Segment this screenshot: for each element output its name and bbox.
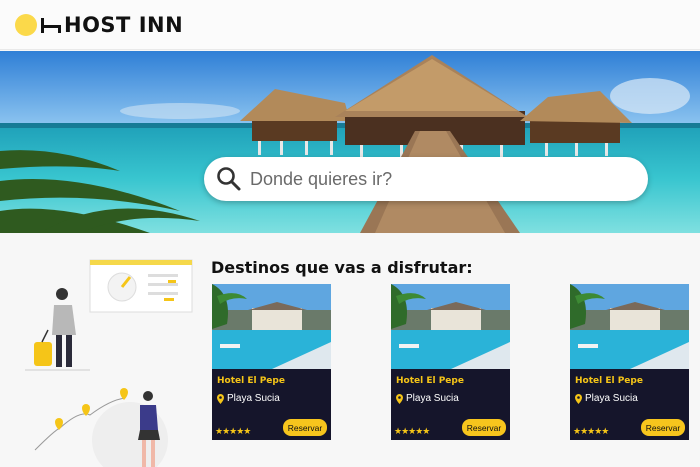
search-icon[interactable] bbox=[216, 166, 242, 192]
brand-name: HOST INN bbox=[64, 13, 184, 37]
location-text: Playa Sucia bbox=[406, 393, 459, 404]
hotel-card[interactable]: Hotel El Pepe Playa Sucia ★★★★★ Reservar bbox=[391, 284, 510, 440]
hero-banner bbox=[0, 51, 700, 233]
hero-beach-image bbox=[0, 51, 700, 233]
rating-stars: ★★★★★ bbox=[394, 426, 430, 436]
reserve-button[interactable]: Reservar bbox=[283, 419, 327, 436]
location-text: Playa Sucia bbox=[227, 393, 280, 404]
location-text: Playa Sucia bbox=[585, 393, 638, 404]
hotel-name: Hotel El Pepe bbox=[217, 376, 285, 386]
hotel-card[interactable]: Hotel El Pepe Playa Sucia ★★★★★ Reservar bbox=[212, 284, 331, 440]
search-bar[interactable] bbox=[204, 157, 648, 201]
section-title: Destinos que vas a disfrutar: bbox=[211, 258, 473, 277]
hotel-location: Playa Sucia bbox=[396, 393, 459, 404]
search-input[interactable] bbox=[250, 168, 630, 190]
reserve-button[interactable]: Reservar bbox=[462, 419, 506, 436]
reserve-button[interactable]: Reservar bbox=[641, 419, 685, 436]
top-navbar: HOST INN bbox=[0, 0, 700, 50]
brand-logo[interactable]: HOST INN bbox=[15, 13, 183, 37]
logo-circle-icon bbox=[15, 14, 37, 36]
hotel-name: Hotel El Pepe bbox=[575, 376, 643, 386]
rating-stars: ★★★★★ bbox=[215, 426, 251, 436]
rating-stars: ★★★★★ bbox=[573, 426, 609, 436]
hotel-name: Hotel El Pepe bbox=[396, 376, 464, 386]
hotel-location: Playa Sucia bbox=[575, 393, 638, 404]
hotel-image bbox=[570, 284, 689, 369]
location-pin-icon bbox=[396, 393, 403, 404]
hotel-card[interactable]: Hotel El Pepe Playa Sucia ★★★★★ Reservar bbox=[570, 284, 689, 440]
hotel-image bbox=[391, 284, 510, 369]
hotel-location: Playa Sucia bbox=[217, 393, 280, 404]
location-pin-icon bbox=[217, 393, 224, 404]
bed-icon bbox=[41, 18, 61, 33]
travel-illustration bbox=[25, 259, 193, 467]
hotel-image bbox=[212, 284, 331, 369]
location-pin-icon bbox=[575, 393, 582, 404]
